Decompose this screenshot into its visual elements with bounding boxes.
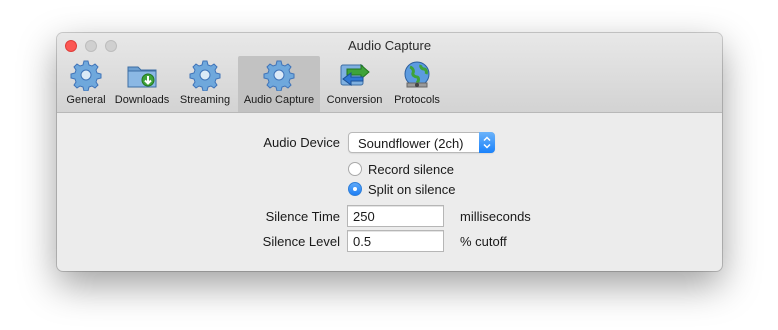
- tab-label: Protocols: [394, 94, 440, 106]
- audio-device-select[interactable]: Soundflower (2ch): [348, 132, 495, 153]
- audio-device-label: Audio Device: [263, 135, 340, 150]
- tab-label: Downloads: [114, 94, 170, 106]
- split-on-silence-radio[interactable]: [348, 182, 362, 196]
- tab-protocols[interactable]: Protocols: [389, 56, 445, 112]
- silence-time-input[interactable]: [347, 205, 444, 227]
- silence-level-label: Silence Level: [262, 234, 340, 249]
- tab-streaming[interactable]: Streaming: [175, 56, 235, 112]
- window-title: Audio Capture: [347, 38, 432, 53]
- downloads-folder-icon: [127, 66, 157, 88]
- chevron-up-down-icon: [479, 132, 495, 153]
- tab-label: General: [66, 94, 106, 106]
- record-silence-radio[interactable]: [348, 162, 362, 176]
- toolbar: Audio Capture General Downloads Streamin…: [57, 33, 722, 113]
- split-on-silence-label[interactable]: Split on silence: [368, 182, 455, 197]
- tab-downloads[interactable]: Downloads: [112, 56, 172, 112]
- tab-general[interactable]: General: [63, 56, 109, 112]
- silence-time-label: Silence Time: [265, 209, 340, 224]
- silence-level-input[interactable]: [347, 230, 444, 252]
- tab-label: Audio Capture: [243, 94, 315, 106]
- conversion-arrows-icon: [340, 63, 370, 86]
- gear-icon: [189, 60, 221, 91]
- tab-label: Conversion: [326, 94, 383, 106]
- tab-audio-capture[interactable]: Audio Capture: [238, 56, 320, 112]
- silence-time-unit: milliseconds: [460, 209, 531, 224]
- tab-label: Streaming: [179, 94, 231, 106]
- gear-icon: [263, 60, 295, 91]
- record-silence-label[interactable]: Record silence: [368, 162, 454, 177]
- globe-icon: [404, 61, 430, 88]
- tab-conversion[interactable]: Conversion: [323, 56, 386, 112]
- audio-device-value: Soundflower (2ch): [358, 136, 464, 151]
- gear-icon: [70, 60, 102, 91]
- silence-level-unit: % cutoff: [460, 234, 507, 249]
